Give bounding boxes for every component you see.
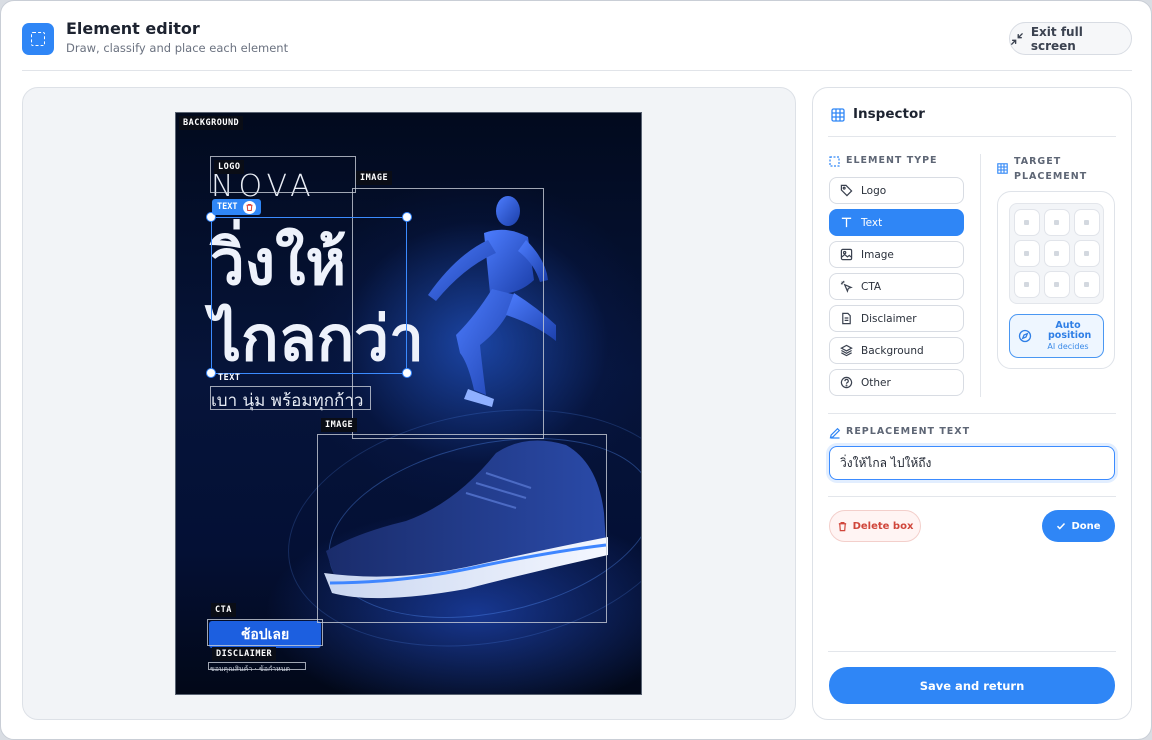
layers-icon bbox=[840, 344, 853, 357]
type-other-label: Other bbox=[861, 376, 891, 389]
cursor-click-icon bbox=[840, 280, 853, 293]
type-disclaimer-button[interactable]: Disclaimer bbox=[829, 305, 964, 332]
tag-icon bbox=[840, 184, 853, 197]
element-editor-window: Element editor Draw, classify and place … bbox=[0, 0, 1152, 740]
poster-canvas[interactable]: NOVA วิ่งให้ ไกลกว่า เบา นุ่ม พร้อมทุกก้… bbox=[175, 112, 642, 695]
type-text-button[interactable]: Text bbox=[829, 209, 964, 236]
pencil-icon bbox=[829, 427, 841, 439]
placement-middle-center[interactable] bbox=[1043, 240, 1070, 267]
compass-icon bbox=[1018, 329, 1032, 343]
text-bounding-box[interactable] bbox=[210, 386, 371, 410]
type-logo-label: Logo bbox=[861, 184, 887, 197]
grid-icon bbox=[831, 108, 845, 122]
placement-bottom-center[interactable] bbox=[1043, 271, 1070, 298]
selected-text-tag: TEXT bbox=[212, 199, 262, 215]
replacement-text-input[interactable] bbox=[829, 446, 1115, 480]
disclaimer-bounding-box[interactable] bbox=[208, 662, 306, 670]
placement-top-left[interactable] bbox=[1013, 209, 1040, 236]
trash-icon[interactable] bbox=[243, 200, 257, 214]
header-divider bbox=[22, 70, 1132, 71]
done-label: Done bbox=[1071, 520, 1101, 532]
exit-full-screen-button[interactable]: Exit full screen bbox=[1009, 22, 1132, 55]
page-subtitle: Draw, classify and place each element bbox=[66, 41, 289, 55]
divider bbox=[828, 413, 1116, 414]
trash-icon bbox=[838, 521, 846, 531]
type-cta-button[interactable]: CTA bbox=[829, 273, 964, 300]
delete-box-label: Delete box bbox=[852, 520, 914, 532]
selected-text-tag-label: TEXT bbox=[217, 202, 238, 212]
divider bbox=[828, 651, 1116, 652]
image-label: IMAGE bbox=[356, 171, 393, 185]
cta-label: CTA bbox=[211, 603, 236, 617]
type-background-label: Background bbox=[861, 344, 924, 357]
placement-bottom-right[interactable] bbox=[1073, 271, 1100, 298]
logo-label: LOGO bbox=[214, 160, 245, 174]
placement-bottom-left[interactable] bbox=[1013, 271, 1040, 298]
target-placement-label: TARGET PLACEMENT bbox=[1014, 156, 1088, 182]
exit-full-screen-label: Exit full screen bbox=[1030, 24, 1083, 53]
resize-handle[interactable] bbox=[402, 212, 412, 222]
placement-grid bbox=[1009, 203, 1104, 304]
check-icon bbox=[1057, 522, 1066, 530]
auto-position-button[interactable]: Auto position AI decides bbox=[1009, 314, 1104, 358]
type-logo-button[interactable]: Logo bbox=[829, 177, 964, 204]
image-bounding-box[interactable] bbox=[317, 434, 607, 623]
image-icon bbox=[840, 248, 853, 261]
text-icon bbox=[841, 217, 852, 228]
background-label: BACKGROUND bbox=[179, 116, 244, 130]
page-title: Element editor bbox=[66, 19, 200, 38]
inspector-panel: Inspector ELEMENT TYPE Logo Text Image C… bbox=[812, 87, 1132, 720]
minimize-icon bbox=[1011, 32, 1023, 45]
divider bbox=[828, 496, 1116, 497]
type-background-button[interactable]: Background bbox=[829, 337, 964, 364]
type-image-label: Image bbox=[861, 248, 894, 261]
placement-top-right[interactable] bbox=[1073, 209, 1100, 236]
help-circle-icon bbox=[840, 376, 853, 389]
done-button[interactable]: Done bbox=[1042, 510, 1115, 542]
placement-top-center[interactable] bbox=[1043, 209, 1070, 236]
dashed-square-icon bbox=[829, 156, 840, 167]
resize-handle[interactable] bbox=[402, 368, 412, 378]
placement-middle-left[interactable] bbox=[1013, 240, 1040, 267]
delete-box-button[interactable]: Delete box bbox=[829, 510, 921, 542]
type-image-button[interactable]: Image bbox=[829, 241, 964, 268]
grid-icon bbox=[997, 163, 1008, 174]
selected-text-box[interactable] bbox=[211, 217, 407, 374]
disclaimer-label: DISCLAIMER bbox=[212, 647, 277, 661]
type-cta-label: CTA bbox=[861, 280, 882, 293]
element-type-label: ELEMENT TYPE bbox=[846, 155, 938, 166]
image-label: IMAGE bbox=[321, 418, 358, 432]
select-box-icon bbox=[22, 23, 54, 55]
inspector-title: Inspector bbox=[853, 106, 925, 122]
divider bbox=[828, 136, 1116, 137]
placement-middle-right[interactable] bbox=[1073, 240, 1100, 267]
placement-card: Auto position AI decides bbox=[997, 191, 1115, 369]
auto-position-title: Auto position bbox=[1048, 320, 1092, 341]
replacement-text-label: REPLACEMENT TEXT bbox=[846, 426, 971, 437]
text-label: TEXT bbox=[218, 373, 241, 383]
document-icon bbox=[842, 312, 851, 325]
type-disclaimer-label: Disclaimer bbox=[861, 312, 917, 325]
auto-position-subtitle: AI decides bbox=[1047, 342, 1089, 351]
vertical-divider bbox=[980, 154, 981, 397]
save-and-return-button[interactable]: Save and return bbox=[829, 667, 1115, 704]
type-text-label: Text bbox=[861, 216, 883, 229]
type-other-button[interactable]: Other bbox=[829, 369, 964, 396]
cta-bounding-box[interactable] bbox=[207, 619, 323, 646]
